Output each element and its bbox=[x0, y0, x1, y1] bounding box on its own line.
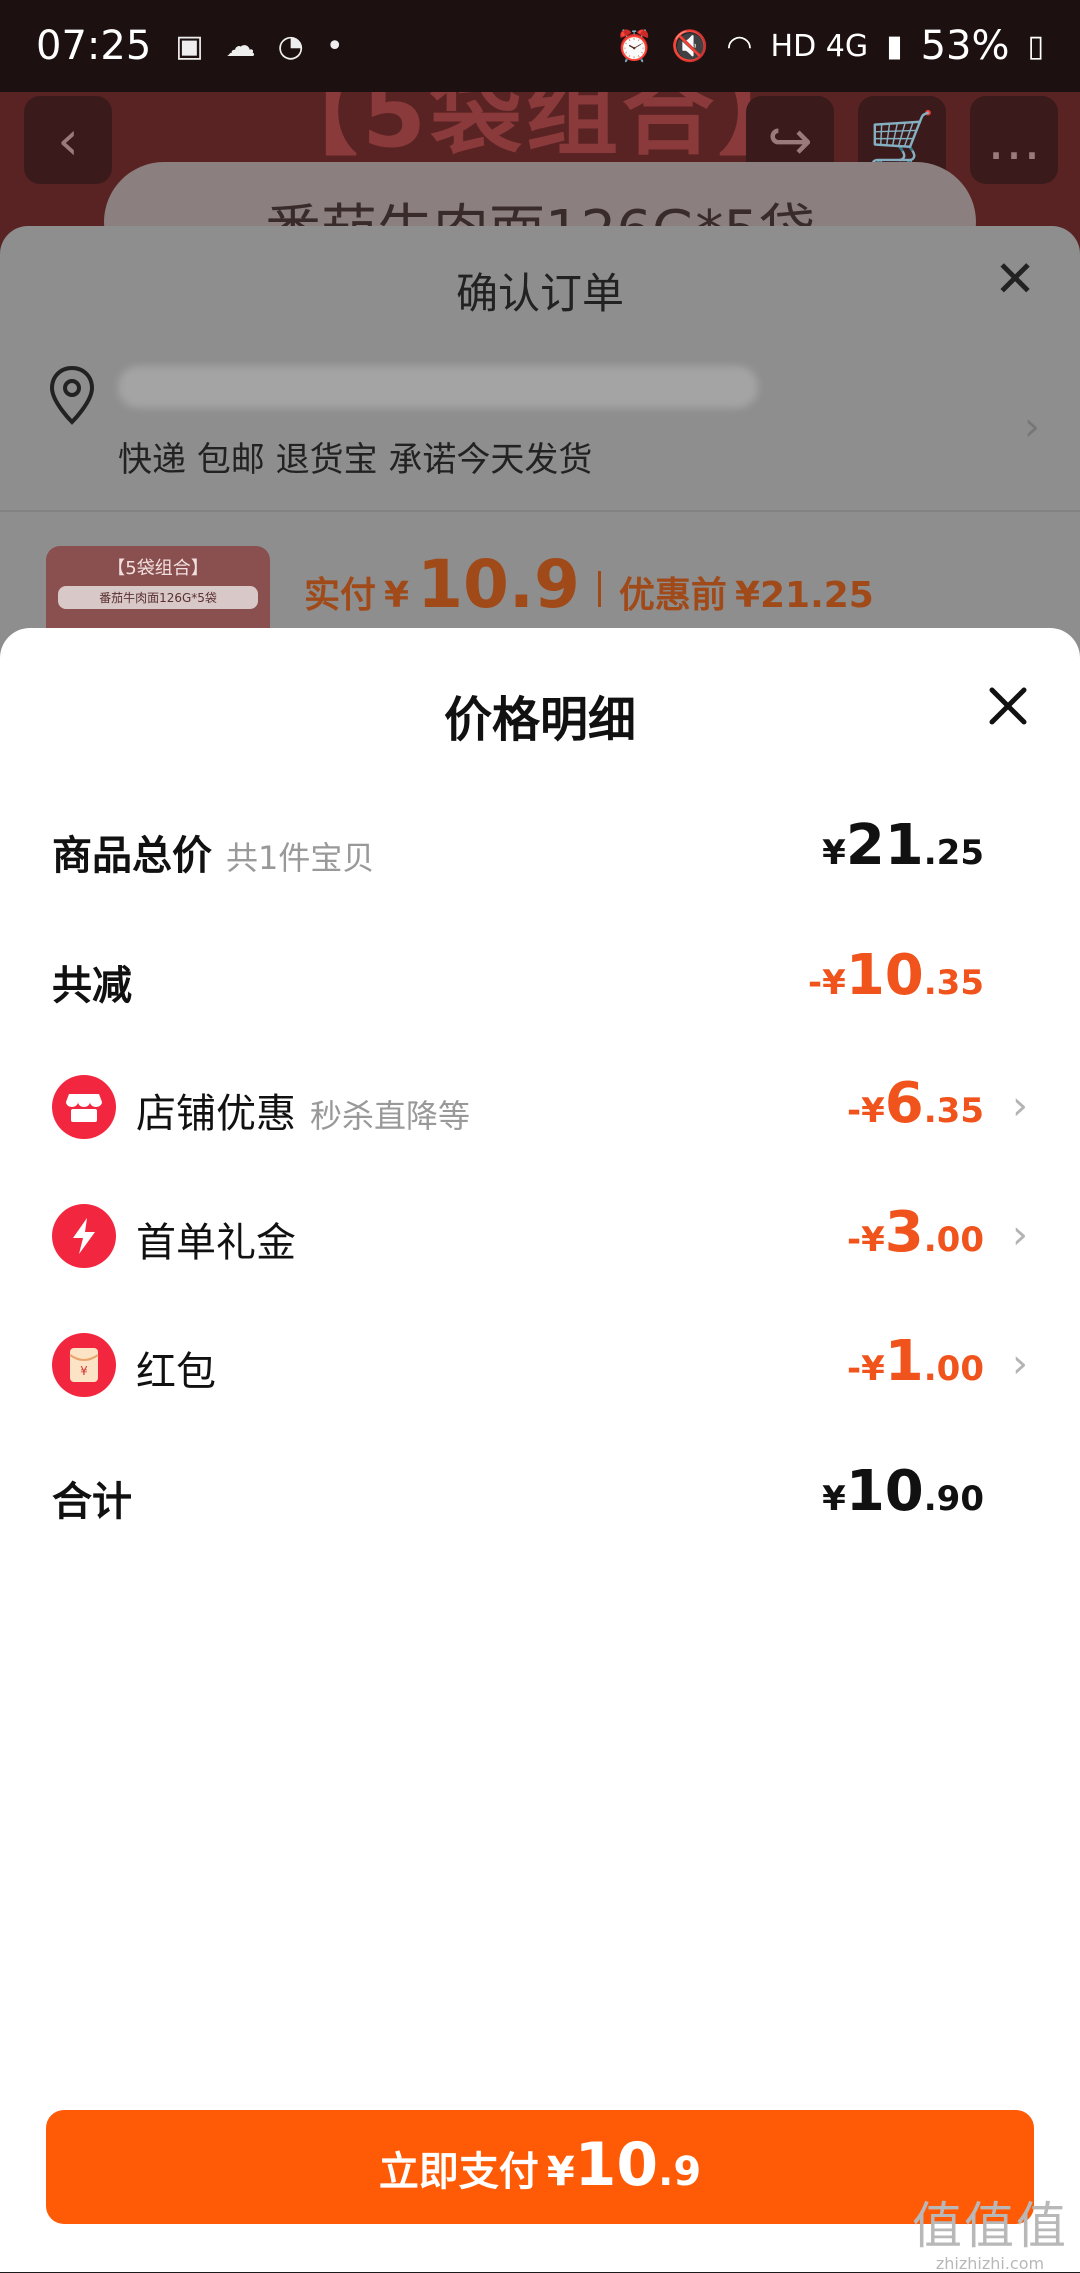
amount-dec: .00 bbox=[923, 1220, 984, 1260]
currency: -¥ bbox=[808, 963, 846, 1003]
pay-now-label: 立即支付 bbox=[378, 2149, 539, 2195]
red-envelope-label: 红包 bbox=[136, 1349, 216, 1395]
redacted-address[interactable] bbox=[118, 366, 758, 408]
address-chevron-icon[interactable]: › bbox=[1024, 404, 1040, 450]
watermark-main: 值值值 bbox=[912, 2197, 1068, 2255]
pre-discount-amount: ¥21.25 bbox=[734, 575, 874, 616]
separator bbox=[597, 571, 601, 607]
currency: ¥ bbox=[822, 833, 846, 873]
grand-total-label: 合计 bbox=[52, 1479, 132, 1525]
thumb-title: 【5袋组合】 bbox=[107, 558, 209, 579]
total-discount-amount: -¥ 10.35 bbox=[808, 943, 984, 1008]
battery-icon: ▯ bbox=[1027, 28, 1044, 64]
delivery-tags: 快递 包邮 退货宝 承诺今天发货 bbox=[118, 440, 593, 480]
more-button[interactable]: … bbox=[970, 96, 1058, 184]
back-icon: ‹ bbox=[57, 108, 79, 172]
total-discount-label: 共减 bbox=[52, 963, 132, 1009]
currency: -¥ bbox=[847, 1091, 885, 1131]
amount-int: 6 bbox=[884, 1071, 924, 1136]
currency: ¥ bbox=[822, 1479, 846, 1519]
signal-icon: ▮ bbox=[886, 28, 903, 64]
wifi-icon: ◠ bbox=[726, 28, 753, 64]
location-pin-icon bbox=[49, 366, 95, 425]
notification-icons: ▣ ☁ ◔ • bbox=[175, 29, 343, 64]
paid-amount: 10.9 bbox=[417, 546, 580, 623]
back-button[interactable]: ‹ bbox=[24, 96, 112, 184]
amount-int: 21 bbox=[845, 813, 924, 878]
red-envelope-glyph: ¥ bbox=[69, 1348, 99, 1382]
amount-dec: .35 bbox=[923, 1091, 984, 1131]
amount-int: 10 bbox=[845, 943, 924, 1008]
amount-int: 1 bbox=[884, 1329, 924, 1394]
divider bbox=[0, 510, 1080, 512]
lightning-glyph bbox=[73, 1218, 95, 1254]
status-right: ⏰ 🔇 ◠ HD 4G ▮ 53% ▯ bbox=[616, 23, 1044, 69]
status-bar: 07:25 ▣ ☁ ◔ • ⏰ 🔇 ◠ HD 4G ▮ 53% ▯ bbox=[0, 0, 1080, 92]
watermark: 值值值 zhizhizhi.com bbox=[912, 2186, 1068, 2273]
row-item-total: 商品总价 共1件宝贝 ¥21.25 bbox=[0, 805, 1080, 895]
item-total-label-text: 商品总价 bbox=[52, 833, 212, 879]
shop-discount-note: 秒杀直降等 bbox=[310, 1097, 471, 1135]
item-total-label: 商品总价 共1件宝贝 bbox=[52, 823, 374, 881]
paid-label: 实付 bbox=[304, 575, 377, 616]
close-order-button[interactable]: ✕ bbox=[994, 250, 1036, 308]
shop-discount-label: 店铺优惠 秒杀直降等 bbox=[136, 1081, 470, 1139]
paid-currency: ¥ bbox=[384, 575, 410, 616]
amount-dec: .90 bbox=[923, 1479, 984, 1519]
currency: -¥ bbox=[847, 1349, 885, 1389]
amount-dec: .35 bbox=[923, 963, 984, 1003]
mute-icon: 🔇 bbox=[670, 28, 709, 64]
image-icon: ▣ bbox=[175, 28, 204, 64]
shop-discount-amount: -¥ 6.35 bbox=[847, 1071, 984, 1136]
row-first-order-gift[interactable]: 首单礼金 -¥ 3.00 › bbox=[0, 1192, 1080, 1282]
row-grand-total: 合计 ¥10.90 bbox=[0, 1451, 1080, 1541]
currency: -¥ bbox=[847, 1220, 885, 1260]
first-order-gift-amount: -¥ 3.00 bbox=[847, 1200, 984, 1265]
first-order-gift-label: 首单礼金 bbox=[136, 1220, 296, 1266]
chevron-right-icon: › bbox=[1012, 1341, 1028, 1387]
close-icon bbox=[989, 687, 1027, 725]
chevron-right-icon: › bbox=[1012, 1212, 1028, 1258]
price-detail-title: 价格明细 bbox=[443, 692, 636, 748]
thumb-subtitle: 番茄牛肉面126G*5袋 bbox=[58, 586, 258, 609]
pay-currency: ¥ bbox=[546, 2149, 575, 2195]
app-icon: ◔ bbox=[277, 28, 304, 64]
battery-level: 53% bbox=[920, 23, 1010, 69]
confirm-order-title: 确认订单 bbox=[455, 269, 624, 318]
shop-icon bbox=[52, 1075, 116, 1139]
shop-glyph bbox=[66, 1094, 102, 1122]
more-icon: … bbox=[987, 108, 1041, 172]
svg-text:¥: ¥ bbox=[80, 1364, 88, 1378]
row-shop-discount[interactable]: 店铺优惠 秒杀直降等 -¥ 6.35 › bbox=[0, 1063, 1080, 1153]
pay-now-button[interactable]: 立即支付 ¥ 10 .9 bbox=[46, 2110, 1034, 2224]
weather-icon: ☁ bbox=[225, 28, 256, 64]
shop-discount-label-text: 店铺优惠 bbox=[136, 1091, 296, 1137]
grand-total-amount: ¥10.90 bbox=[822, 1459, 984, 1524]
close-button[interactable] bbox=[980, 678, 1036, 734]
dot-icon: • bbox=[325, 28, 344, 64]
chevron-right-icon: › bbox=[1012, 1083, 1028, 1129]
row-red-envelope[interactable]: ¥ 红包 -¥ 1.00 › bbox=[0, 1321, 1080, 1411]
price-detail-sheet: 价格明细 商品总价 共1件宝贝 ¥21.25 共减 -¥ 10.35 店铺优惠 秒杀直… bbox=[0, 628, 1080, 2272]
paid-summary: 实付 ¥ 10.9 优惠前 ¥21.25 bbox=[304, 546, 874, 623]
status-time: 07:25 bbox=[36, 23, 152, 69]
amount-dec: .25 bbox=[923, 833, 984, 873]
lightning-icon bbox=[52, 1204, 116, 1268]
red-envelope-amount: -¥ 1.00 bbox=[847, 1329, 984, 1394]
amount-int: 10 bbox=[845, 1459, 924, 1524]
row-total-discount: 共减 -¥ 10.35 bbox=[0, 935, 1080, 1025]
red-envelope-icon: ¥ bbox=[52, 1333, 116, 1397]
pre-discount-label: 优惠前 bbox=[618, 575, 727, 616]
item-count-note: 共1件宝贝 bbox=[226, 839, 375, 877]
amount-int: 3 bbox=[884, 1200, 924, 1265]
item-total-amount: ¥21.25 bbox=[822, 813, 984, 878]
alarm-icon: ⏰ bbox=[615, 28, 653, 64]
network-label: HD 4G bbox=[770, 28, 869, 64]
amount-dec: .00 bbox=[923, 1349, 984, 1389]
pay-amount-dec: .9 bbox=[658, 2149, 702, 2195]
pay-amount-int: 10 bbox=[574, 2130, 659, 2200]
